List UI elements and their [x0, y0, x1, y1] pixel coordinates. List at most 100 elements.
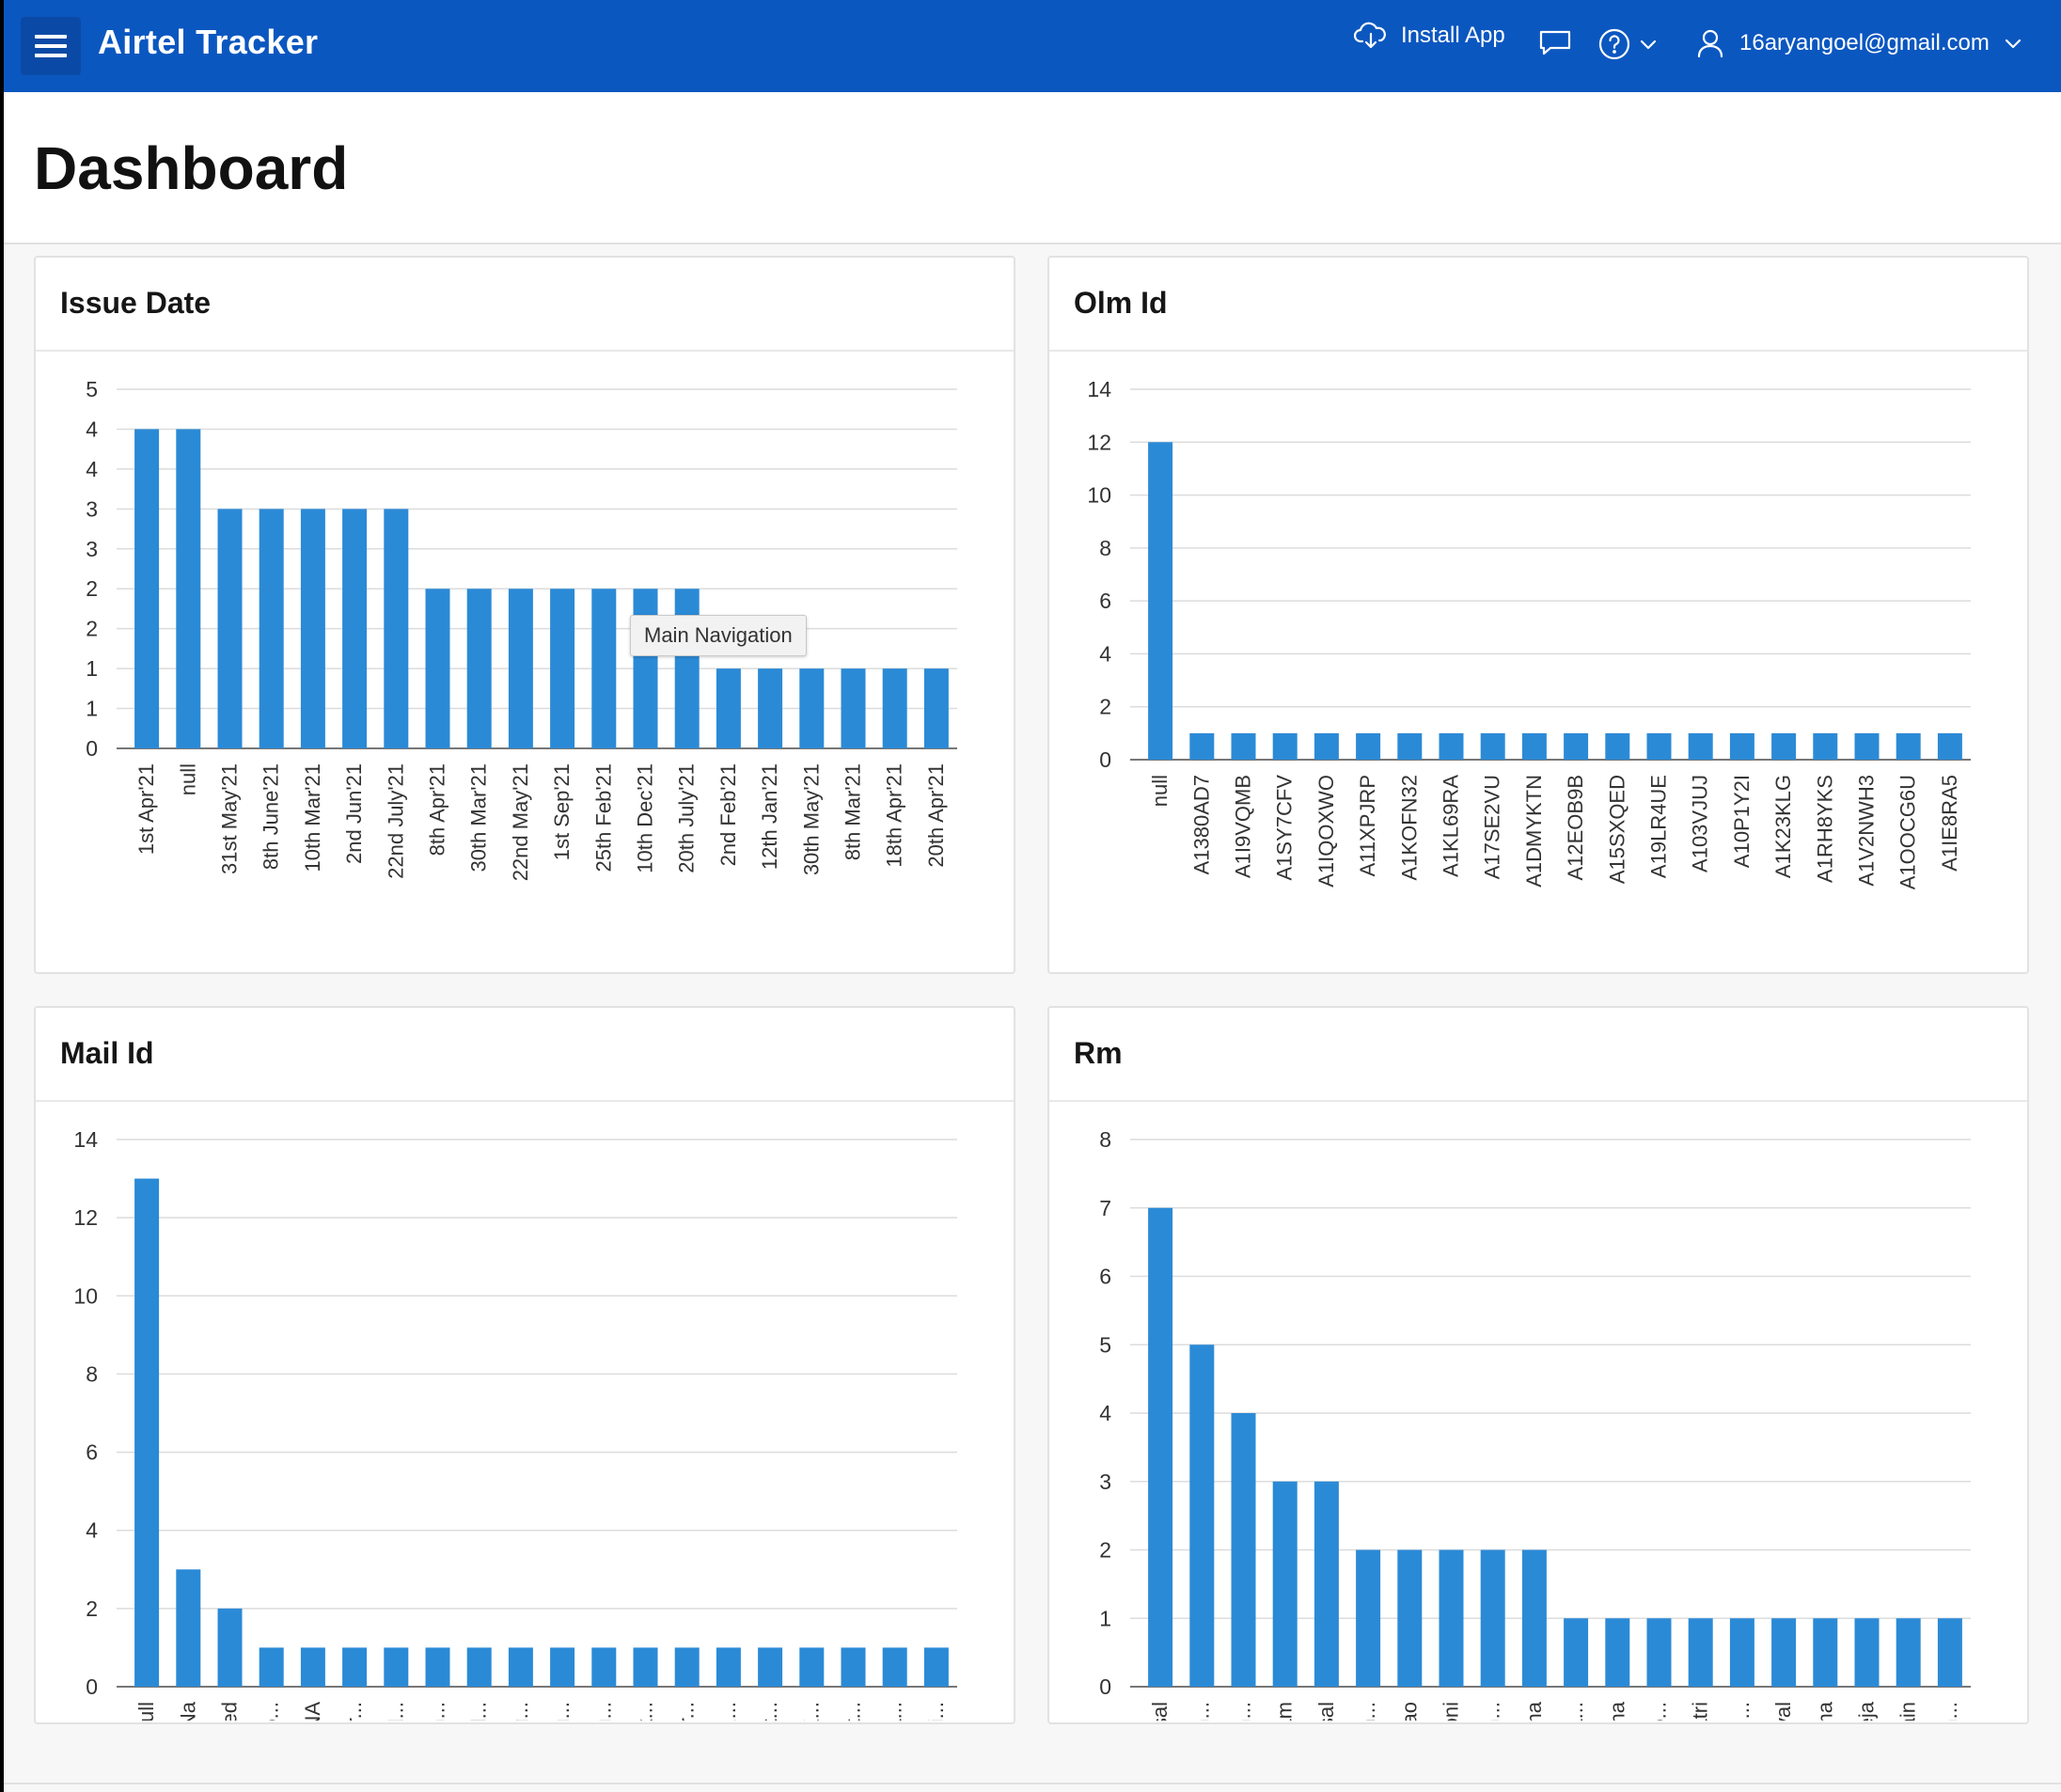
bar — [1148, 442, 1173, 760]
bar — [716, 668, 741, 748]
category-label: 2nd Jun'21 — [342, 763, 366, 864]
bar — [1521, 1549, 1547, 1687]
card-title: Olm Id — [1074, 286, 1168, 320]
y-tick-label: 2 — [1099, 1538, 1111, 1563]
y-tick-label: 2 — [1099, 695, 1111, 719]
category-label: Bhupendra N... — [1730, 1702, 1754, 1721]
category-label: 25th Feb'21 — [591, 763, 615, 872]
app-title[interactable]: Airtel Tracker — [98, 23, 318, 62]
category-label: a_Kabir.Haid... — [384, 1702, 407, 1721]
category-label: A1380AD7 — [1189, 775, 1213, 874]
category-label: 31st May'21 — [218, 763, 242, 874]
y-tick-label: 10 — [1087, 483, 1111, 508]
bar — [1272, 732, 1298, 760]
bar — [1356, 1549, 1381, 1687]
bar — [799, 668, 825, 748]
category-label: Harkamal Sin... — [1481, 1702, 1504, 1721]
category-label: 10th Mar'21 — [301, 763, 324, 872]
y-tick-label: 1 — [86, 656, 98, 681]
rm-bar-chart: 0 1 2 3 4 5 6 7 8 Ishan Bansal Abhishek Sin... Chin… — [1099, 1127, 1971, 1721]
category-label: null — [134, 1702, 158, 1721]
category-label: Na — [176, 1701, 199, 1721]
bar — [1231, 1413, 1256, 1687]
bar — [882, 1647, 907, 1687]
category-label: 2nd Feb'21 — [716, 763, 740, 866]
bar — [633, 1647, 658, 1687]
category-label: Rahul Sharma — [1813, 1701, 1836, 1721]
category-label: 1st Sep'21 — [550, 763, 574, 860]
bar — [466, 1647, 492, 1687]
bar — [1148, 1207, 1173, 1687]
y-tick-label: 14 — [73, 1127, 98, 1152]
page-bottom-divider — [4, 1783, 2061, 1784]
y-tick-label: 3 — [86, 537, 98, 561]
category-label: 8th June'21 — [260, 763, 283, 870]
bar — [217, 1608, 243, 1687]
help-menu-button[interactable] — [1598, 28, 1659, 60]
bar — [176, 1569, 201, 1687]
hamburger-menu-button[interactable] — [21, 17, 81, 75]
category-label: 22nd July'21 — [384, 763, 407, 879]
bar — [1439, 1549, 1464, 1687]
category-label: Pulin Pathneja — [1855, 1701, 1879, 1721]
y-tick-label: 1 — [86, 697, 98, 721]
page-title: Dashboard — [34, 134, 349, 202]
card-header: Olm Id — [1049, 258, 2027, 352]
category-label: Ishan Bansal — [1314, 1702, 1338, 1721]
y-tick-label: 12 — [1087, 430, 1111, 454]
feedback-button[interactable] — [1538, 28, 1572, 56]
category-label: Abhishek Sin... — [1189, 1702, 1213, 1721]
category-label: 8th Mar'21 — [842, 763, 865, 860]
bar — [716, 1647, 741, 1687]
bar — [1854, 732, 1880, 760]
category-label: a_shashwat... — [758, 1702, 781, 1721]
card-header: Rm — [1049, 1008, 2027, 1102]
category-label: A10P1Y2I — [1730, 775, 1754, 868]
bar — [134, 429, 160, 748]
category-label: A1KL69RA — [1440, 775, 1463, 877]
category-label: Dushyant Sin... — [1938, 1702, 1961, 1721]
category-label: Samarth Sinha — [1605, 1701, 1628, 1721]
category-label: 1st Apr'21 — [134, 763, 158, 855]
olm-id-bar-chart: 0 2 4 6 8 10 12 14 null A1380AD7 A1I9VQMB A1SY7CFV A… — [1087, 377, 1971, 889]
bar — [1813, 1618, 1838, 1687]
card-header: Issue Date — [36, 258, 1014, 352]
top-navigation-bar: Airtel Tracker Install App 16aryangoel@g… — [4, 0, 2061, 92]
bar — [1397, 1549, 1423, 1687]
category-label: Pradeep Bho... — [1647, 1702, 1671, 1721]
category-label: A1K23KLG — [1771, 775, 1795, 878]
bar — [300, 1647, 325, 1687]
bar — [1854, 1618, 1880, 1687]
category-label: a_anuj5.shar... — [675, 1702, 699, 1721]
category-label: a_Manan.Ch... — [426, 1702, 449, 1721]
bar — [1480, 732, 1505, 760]
category-label: NA — [301, 1702, 324, 1721]
user-menu-button[interactable]: 16aryangoel@gmail.com — [1696, 28, 2023, 58]
bar — [758, 1647, 783, 1687]
y-tick-label: 6 — [86, 1440, 98, 1465]
install-app-button[interactable]: Install App — [1354, 21, 1505, 51]
y-tick-label: 8 — [1099, 1127, 1111, 1152]
install-app-label: Install App — [1401, 23, 1505, 48]
bar — [1937, 732, 1962, 760]
category-label: A1IE8RA5 — [1938, 775, 1961, 872]
bar — [1397, 732, 1423, 760]
issue-date-bar-chart: 0 1 1 2 2 3 3 4 4 5 1st Apr'21 null 31st May'21 8th J… — [86, 377, 957, 881]
bar — [1771, 732, 1797, 760]
bar — [1688, 1618, 1713, 1687]
bar — [550, 589, 575, 748]
category-label: Kapil Soni — [1440, 1702, 1463, 1721]
category-label: Santanu Bha... — [1564, 1702, 1587, 1721]
bar — [1314, 1481, 1339, 1687]
card-title: Issue Date — [60, 286, 212, 320]
bar — [1189, 732, 1215, 760]
bar — [923, 1647, 949, 1687]
bar — [508, 1647, 533, 1687]
bar — [1231, 732, 1256, 760]
category-label: 20th July'21 — [675, 763, 699, 873]
category-label: a_aakash.pur... — [342, 1702, 366, 1721]
category-label: A1IQOXWO — [1314, 775, 1338, 888]
bar — [1646, 1618, 1672, 1687]
bar — [384, 1647, 409, 1687]
category-label: Manish Kum... — [1356, 1702, 1379, 1721]
